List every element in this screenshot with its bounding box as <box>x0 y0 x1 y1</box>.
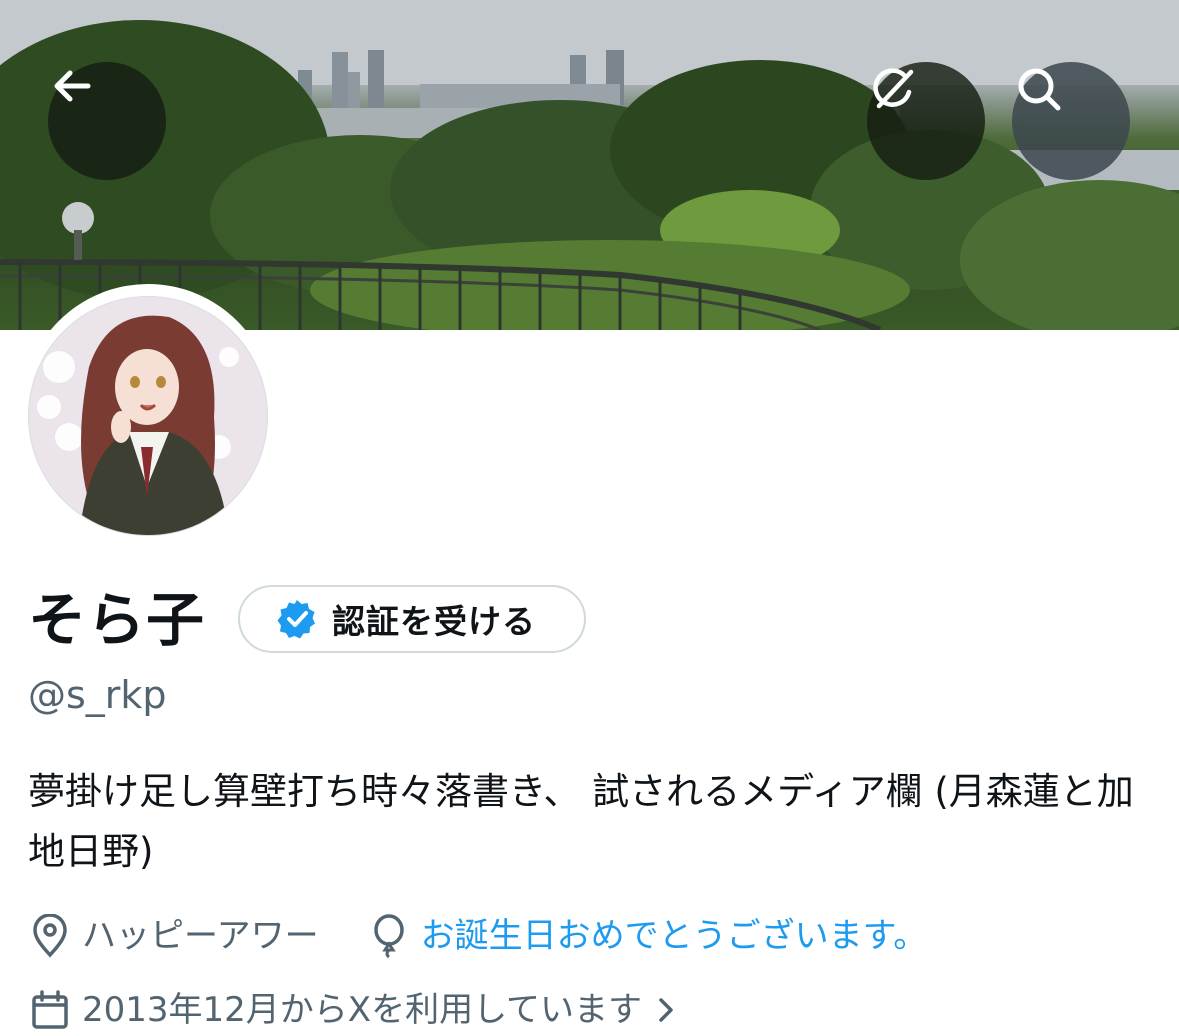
location-item: ハッピーアワー <box>28 912 319 960</box>
verified-badge-icon <box>277 600 315 639</box>
grok-button[interactable] <box>867 62 985 180</box>
location-text: ハッピーアワー <box>82 916 319 956</box>
profile-meta-row: ハッピーアワー お誕生日おめでとうございます。 <box>28 912 927 960</box>
location-pin-icon <box>28 914 72 958</box>
get-verified-button[interactable]: 認証を受ける <box>238 585 586 653</box>
avatar-illustration <box>29 297 267 535</box>
get-verified-label: 認証を受ける <box>332 602 536 641</box>
birthday-item[interactable]: お誕生日おめでとうございます。 <box>367 912 928 960</box>
arrow-left-icon <box>54 70 91 102</box>
calendar-icon <box>28 988 72 1032</box>
joined-row[interactable]: 2013年12月からXを利用しています <box>28 986 676 1034</box>
search-button[interactable] <box>1012 62 1130 180</box>
joined-text: 2013年12月からXを利用しています <box>82 990 643 1030</box>
avatar[interactable] <box>28 296 268 536</box>
search-icon <box>1018 68 1061 111</box>
back-button[interactable] <box>48 62 166 180</box>
profile-banner[interactable] <box>0 0 1179 330</box>
username-handle: @s_rkp <box>28 673 167 717</box>
chevron-right-icon <box>656 995 676 1025</box>
birthday-text[interactable]: お誕生日おめでとうございます。 <box>421 912 928 960</box>
grok-icon <box>873 68 914 109</box>
display-name: そら子 <box>28 586 206 654</box>
banner-image <box>0 0 1179 330</box>
balloon-icon <box>367 914 411 958</box>
profile-bio: 夢掛け足し算壁打ち時々落書き、 試されるメディア欄 (月森蓮と加地日野) <box>28 770 1134 873</box>
